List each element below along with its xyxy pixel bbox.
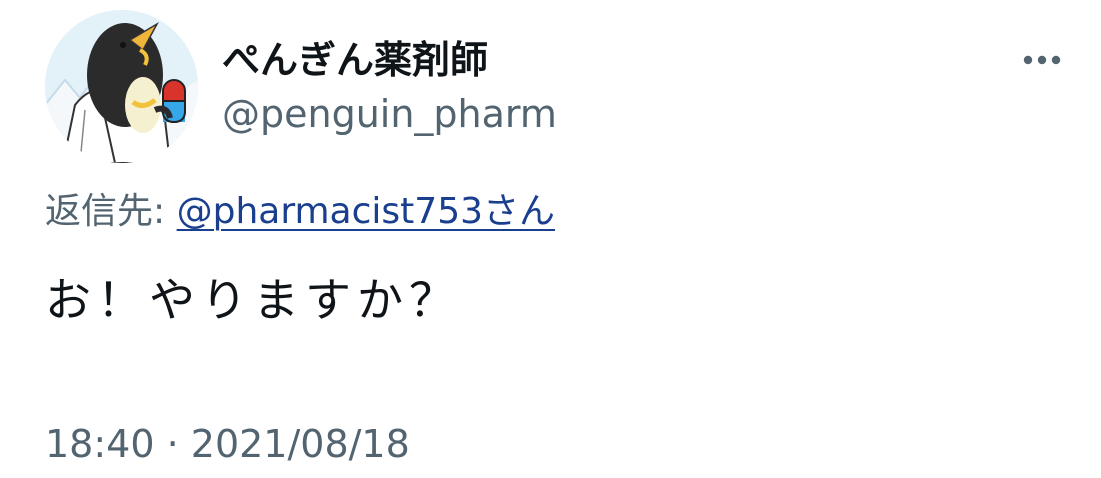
penguin-pharmacist-avatar-icon — [45, 10, 198, 163]
tweet-card: ぺんぎん薬剤師 @penguin_pharm 返信先: @pharmacist7… — [0, 0, 1101, 478]
reply-mention-suffix: さん — [483, 191, 556, 232]
more-horizontal-icon — [1023, 55, 1061, 65]
more-options-button[interactable] — [1018, 40, 1066, 80]
tweet-timestamp: 18:40 · 2021/08/18 — [45, 420, 410, 468]
user-handle[interactable]: @penguin_pharm — [222, 90, 557, 138]
display-name[interactable]: ぺんぎん薬剤師 — [222, 36, 488, 84]
reply-mention-link[interactable]: @pharmacist753さん — [177, 191, 555, 232]
replying-to: 返信先: @pharmacist753さん — [45, 188, 555, 236]
avatar[interactable] — [45, 10, 198, 163]
tweet-date[interactable]: 2021/08/18 — [191, 422, 410, 466]
timestamp-separator: · — [154, 422, 191, 466]
reply-mention-handle: @pharmacist753 — [176, 191, 483, 232]
replying-to-prefix: 返信先: — [45, 191, 166, 232]
tweet-time[interactable]: 18:40 — [45, 422, 155, 466]
tweet-text: お！やりますか？ — [45, 273, 461, 327]
